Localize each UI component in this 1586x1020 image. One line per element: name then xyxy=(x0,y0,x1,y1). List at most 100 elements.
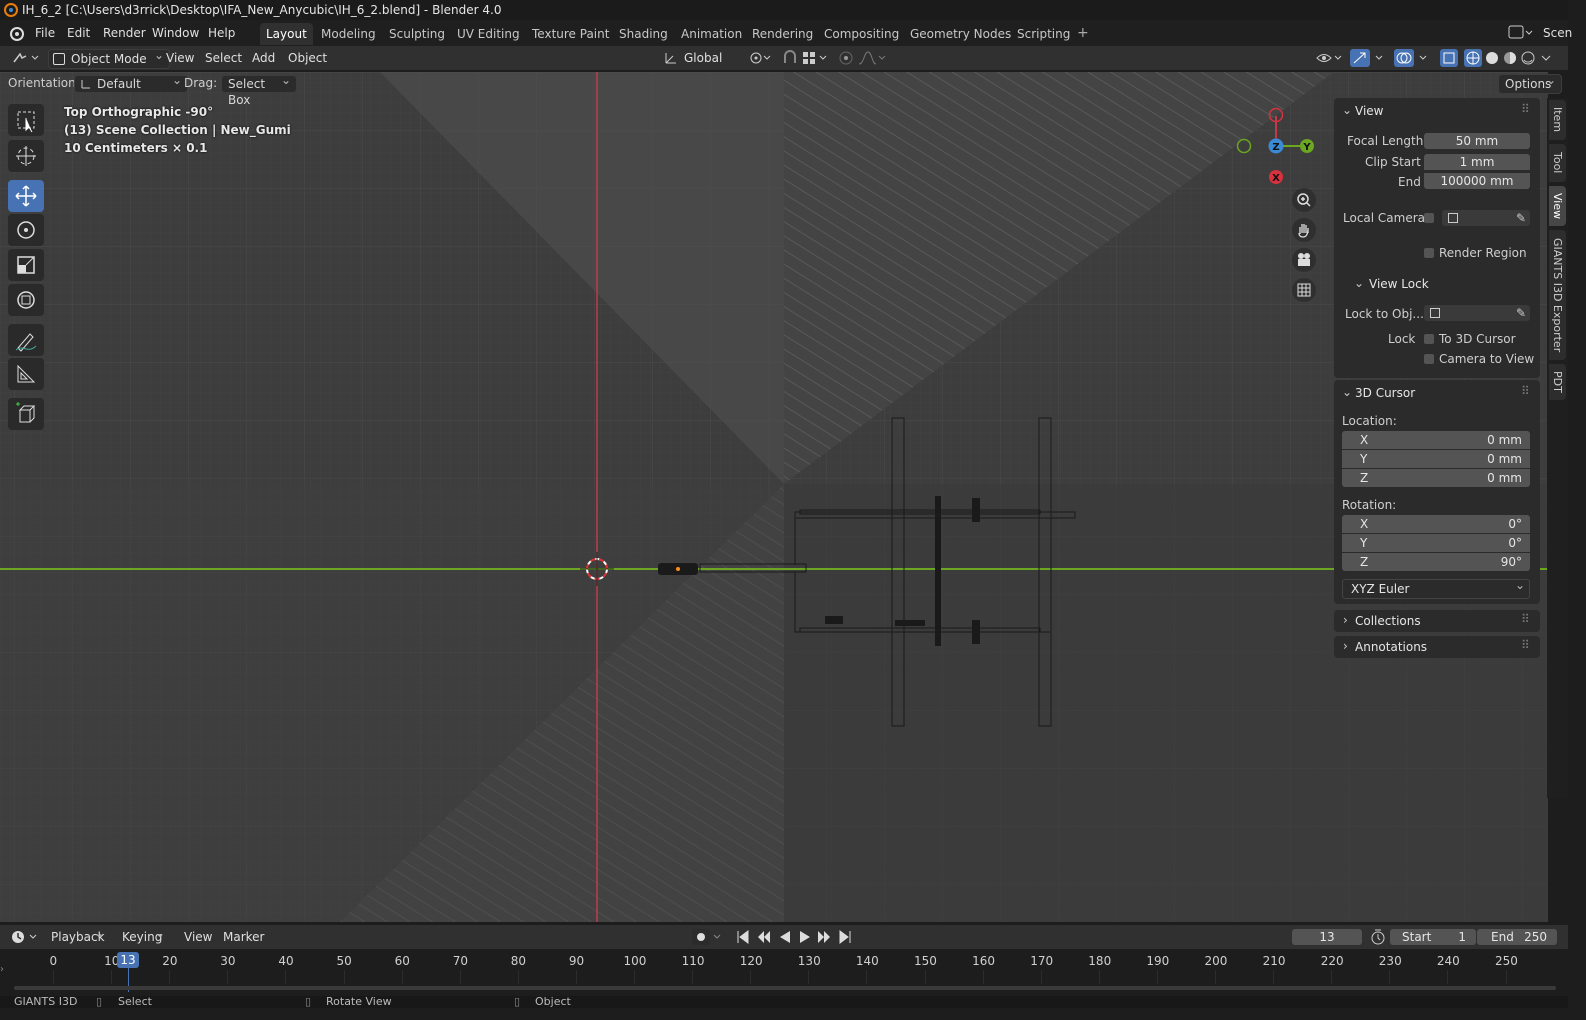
scale-tool[interactable] xyxy=(8,249,44,281)
falloff-icon[interactable] xyxy=(858,50,886,66)
material-shading-icon[interactable] xyxy=(1502,50,1518,66)
menu-render[interactable]: Render xyxy=(103,24,146,42)
timeline-area[interactable]: 0 10 20 30 40 50 60 70 80 90 100 110 120 130 140 150 160… xyxy=(0,950,1568,994)
current-frame-field[interactable]: 13 xyxy=(1292,929,1362,945)
3d-cursor-header[interactable]: 3D Cursor xyxy=(1355,386,1415,400)
cursor-rotation-z-field[interactable]: Z 90° xyxy=(1342,553,1530,571)
viewport-3d[interactable]: Top Orthographic -90° (13) Scene Collect… xyxy=(0,72,1548,922)
pan-hand-icon[interactable] xyxy=(1292,218,1316,242)
view-panel-header[interactable]: View xyxy=(1355,104,1383,118)
rendered-shading-icon[interactable] xyxy=(1520,50,1536,66)
tab-rendering[interactable]: Rendering xyxy=(746,23,819,45)
scene-name[interactable]: Scen xyxy=(1543,24,1572,42)
marker-menu[interactable]: Marker xyxy=(223,928,264,946)
auto-keying-icon[interactable] xyxy=(692,929,728,945)
drag-setting-dropdown[interactable]: Select Box xyxy=(221,72,297,107)
clip-start-field[interactable]: 1 mm xyxy=(1424,154,1530,170)
tab-compositing[interactable]: Compositing xyxy=(818,23,905,45)
transform-tool[interactable] xyxy=(8,284,44,316)
move-tool[interactable] xyxy=(8,180,44,212)
collections-drag-handle-icon[interactable]: ⠿ xyxy=(1521,612,1530,626)
menu-window[interactable]: Window xyxy=(152,24,199,42)
cursor-rotation-y-field[interactable]: Y 0° xyxy=(1342,534,1530,552)
timeline-scrollbar[interactable] xyxy=(14,986,1556,990)
snap-toggle-icon[interactable] xyxy=(782,50,798,66)
gizmo-toggle-icon[interactable] xyxy=(1350,49,1390,67)
playback-controls[interactable] xyxy=(736,929,856,945)
tab-sculpting[interactable]: Sculpting xyxy=(383,23,451,45)
cursor-chevron-icon[interactable]: ⌄ xyxy=(1342,385,1352,399)
tab-uv-editing[interactable]: UV Editing xyxy=(451,23,526,45)
rotate-tool[interactable] xyxy=(8,214,44,246)
tab-view[interactable]: View xyxy=(1549,186,1566,226)
navigation-gizmo[interactable]: Y X Z xyxy=(1230,102,1322,186)
blender-menu-icon[interactable] xyxy=(8,25,26,41)
tab-animation[interactable]: Animation xyxy=(675,23,748,45)
eyedropper-icon[interactable]: ✎ xyxy=(1516,210,1526,226)
menu-object[interactable]: Object xyxy=(288,49,327,67)
options-dropdown[interactable]: Options xyxy=(1498,71,1562,94)
menu-view[interactable]: View xyxy=(166,49,194,67)
transform-orientation-dropdown[interactable]: Global xyxy=(664,49,756,67)
annotations-drag-handle-icon[interactable]: ⠿ xyxy=(1521,638,1530,652)
menu-help[interactable]: Help xyxy=(208,24,235,42)
end-frame-field[interactable]: End 250 xyxy=(1477,929,1557,945)
tab-shading[interactable]: Shading xyxy=(613,23,674,45)
menu-file[interactable]: File xyxy=(35,24,55,42)
perspective-toggle-icon[interactable] xyxy=(1292,278,1316,302)
cursor-location-z-field[interactable]: Z 0 mm xyxy=(1342,469,1530,487)
cursor-rotation-x-field[interactable]: X 0° xyxy=(1342,515,1530,533)
tab-item[interactable]: Item xyxy=(1549,100,1566,140)
mode-dropdown[interactable]: Object Mode xyxy=(48,46,170,69)
solid-shading-icon[interactable] xyxy=(1484,50,1500,66)
camera-view-icon[interactable] xyxy=(1292,248,1316,272)
focal-length-field[interactable]: 50 mm xyxy=(1424,133,1530,149)
lock-to-object-picker[interactable]: ✎ xyxy=(1424,305,1530,321)
lock-to-3d-cursor-checkbox[interactable] xyxy=(1424,334,1434,344)
tab-giants-i3d-exporter[interactable]: GIANTS I3D Exporter xyxy=(1549,230,1566,360)
add-cube-tool[interactable] xyxy=(8,398,44,430)
tab-scripting[interactable]: Scripting xyxy=(1011,23,1076,45)
snap-target-icon[interactable] xyxy=(802,50,830,66)
local-camera-checkbox[interactable] xyxy=(1424,213,1434,223)
cursor-drag-handle-icon[interactable]: ⠿ xyxy=(1521,384,1530,398)
timeline-view-menu[interactable]: View xyxy=(184,928,212,946)
timeline-expand-icon[interactable]: › xyxy=(0,964,8,976)
zoom-icon[interactable] xyxy=(1292,188,1316,212)
menu-select[interactable]: Select xyxy=(205,49,242,67)
annotations-panel[interactable]: › Annotations ⠿ xyxy=(1334,636,1540,658)
render-region-checkbox[interactable] xyxy=(1424,248,1434,258)
tab-modeling[interactable]: Modeling xyxy=(315,23,382,45)
menu-edit[interactable]: Edit xyxy=(67,24,90,42)
cursor-tool[interactable] xyxy=(8,140,44,172)
scene-selector-icon[interactable] xyxy=(1508,24,1534,42)
lock-eyedropper-icon[interactable]: ✎ xyxy=(1516,305,1526,321)
keying-menu[interactable]: Keying xyxy=(116,924,170,946)
collections-panel[interactable]: › Collections ⠿ xyxy=(1334,610,1540,632)
cursor-location-y-field[interactable]: Y 0 mm xyxy=(1342,450,1530,468)
visibility-icon[interactable] xyxy=(1316,50,1344,66)
measure-tool[interactable] xyxy=(8,358,44,390)
playback-menu[interactable]: Playback xyxy=(45,924,109,946)
tab-geometry-nodes[interactable]: Geometry Nodes xyxy=(904,23,1017,45)
overlays-toggle-icon[interactable] xyxy=(1394,49,1434,67)
preview-range-icon[interactable] xyxy=(1370,929,1386,945)
tab-layout[interactable]: Layout xyxy=(260,23,313,45)
annotate-tool[interactable] xyxy=(8,324,44,356)
chevron-down-icon[interactable]: ⌄ xyxy=(1342,103,1352,117)
view-lock-chevron-icon[interactable]: ⌄ xyxy=(1354,276,1364,290)
tab-tool[interactable]: Tool xyxy=(1549,144,1566,182)
playhead-frame-badge[interactable]: 13 xyxy=(117,952,139,968)
xray-toggle-icon[interactable] xyxy=(1440,49,1458,67)
editor-type-icon[interactable] xyxy=(12,50,42,66)
wireframe-shading-icon[interactable] xyxy=(1464,49,1482,67)
timeline-editor-type-icon[interactable] xyxy=(10,929,40,945)
select-box-tool[interactable] xyxy=(8,104,44,136)
proportional-edit-icon[interactable] xyxy=(838,50,854,66)
view-lock-header[interactable]: View Lock xyxy=(1369,277,1429,291)
camera-to-view-checkbox[interactable] xyxy=(1424,354,1434,364)
clip-end-field[interactable]: 100000 mm xyxy=(1424,173,1530,189)
tab-pdt[interactable]: PDT xyxy=(1549,364,1566,400)
rotation-mode-dropdown[interactable]: XYZ Euler ⌄ xyxy=(1342,578,1530,599)
shading-options-icon[interactable] xyxy=(1540,50,1554,66)
